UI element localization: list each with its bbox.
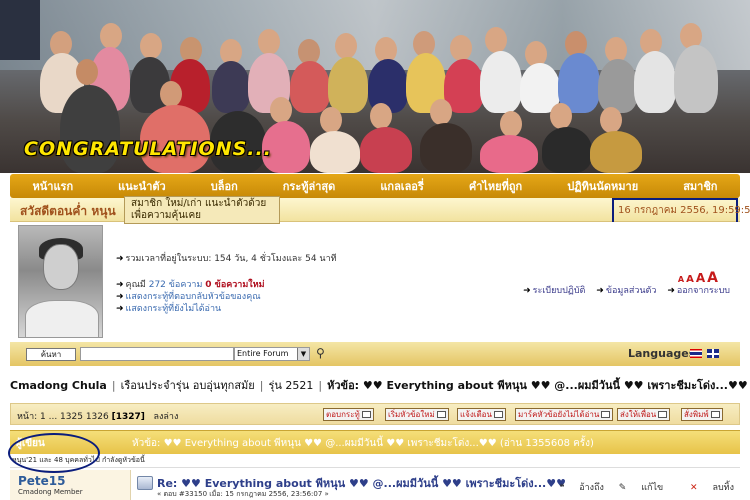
post-icon xyxy=(137,476,153,490)
uk-flag-icon[interactable] xyxy=(707,349,719,358)
main-nav: หน้าแรก แนะนำตัว บล็อก กระทู้ล่าสุด แกลเ… xyxy=(10,174,740,198)
post-author-panel: Pete15 Cmadong Member xyxy=(10,470,128,500)
post-row: Pete15 Cmadong Member Re: ♥♥ Everything … xyxy=(10,470,740,500)
edit-button[interactable]: ✎ แก้ไข xyxy=(619,483,663,493)
quote-button[interactable]: ❝ อ้างถึง xyxy=(560,483,604,493)
chevron-down-icon[interactable]: ▼ xyxy=(297,348,309,360)
logout-link[interactable]: ➜ ออกจากระบบ xyxy=(667,286,730,296)
languages-label: Languages xyxy=(628,347,696,360)
go-bottom-link[interactable]: ลงล่าง xyxy=(153,412,178,422)
nav-latest-topics[interactable]: กระทู้ล่าสุด xyxy=(283,177,336,195)
dropdown-line-1[interactable]: สมาชิก ใหม่/เก่า แนะนำตัวด้วย xyxy=(131,198,273,210)
nav-calendar[interactable]: ปฏิทินนัดหมาย xyxy=(567,177,638,195)
rules-link[interactable]: ➜ ระเบียบปฏิบัติ xyxy=(523,286,585,296)
arrow-icon: ➜ xyxy=(116,254,124,264)
crumb-forum[interactable]: Cmadong Chula xyxy=(10,379,107,392)
post-meta: « ตอบ #33150 เมื่อ: 15 กรกฎาคม 2556, 23:… xyxy=(157,490,329,498)
user-info-panel: ➜ รวมเวลาที่อยู่ในระบบ: 154 วัน, 4 ชั่วโม… xyxy=(10,222,740,340)
nav-blog[interactable]: บล็อก xyxy=(211,177,238,195)
forum-page: CONGRATULATIONS... หน้าแรก แนะนำตัว บล็อ… xyxy=(0,0,750,500)
nav-introduce[interactable]: แนะนำตัว xyxy=(118,177,166,195)
search-input[interactable] xyxy=(80,347,234,361)
post-author-name[interactable]: Pete15 xyxy=(18,474,66,488)
greeting-text: สวัสดีตอนค่ำ หนุน xyxy=(20,204,116,218)
nav-home[interactable]: หน้าแรก xyxy=(33,177,74,195)
header-banner-photo: CONGRATULATIONS... xyxy=(0,0,750,173)
avatar[interactable] xyxy=(18,225,103,338)
current-page: [1327] xyxy=(111,412,145,422)
pagination: หน้า: 1 ... 1325 1326 [1327] ลงล่าง xyxy=(17,412,179,422)
unread-row: ➜ แสดงกระทู้ที่ยังไม่ได้อ่าน xyxy=(116,301,221,315)
search-icon[interactable]: ⚲ xyxy=(316,346,330,360)
delete-button[interactable]: ✕ ลบทิ้ง xyxy=(678,483,734,493)
welcome-bar: สวัสดีตอนค่ำ หนุน 16 กรกฎาคม 2556, 19:59… xyxy=(10,198,750,228)
topic-title-header: หัวข้อ: ♥♥ Everything about พีหนุน ♥♥ @.… xyxy=(132,438,594,449)
dropdown-line-2[interactable]: เพื่อความคุ้นเคย xyxy=(131,210,273,222)
delete-icon: ✕ xyxy=(690,483,698,493)
nav-members[interactable]: สมาชิก xyxy=(683,177,717,195)
send-friend-button[interactable]: ส่งให้เพื่อน xyxy=(617,408,671,421)
post-actions: ❝ อ้างถึง ✎ แก้ไข ✕ ลบทิ้ง xyxy=(548,480,735,494)
nav-gallery[interactable]: แกลเลอรี่ xyxy=(380,177,424,195)
nav-correct-words[interactable]: คำไหยที่ถูก xyxy=(469,177,522,195)
reply-button[interactable]: ตอบกระทู้ xyxy=(323,408,374,421)
highlight-circle xyxy=(8,433,100,473)
post-author-rank: Cmadong Member xyxy=(18,488,83,496)
search-scope-select[interactable]: Entire Forum ▼ xyxy=(234,347,310,361)
notify-button[interactable]: แจ้งเตือน xyxy=(457,408,506,421)
mark-unread-button[interactable]: มาร์คหัวข้อยังไม่ได้อ่าน xyxy=(515,408,614,421)
introduce-dropdown[interactable]: สมาชิก ใหม่/เก่า แนะนำตัวด้วย เพื่อความค… xyxy=(124,196,280,224)
crumb-topic: หัวข้อ: ♥♥ Everything about พีหนุน ♥♥ @.… xyxy=(327,379,748,392)
print-button[interactable]: สั่งพิมพ์ xyxy=(681,408,723,421)
breadcrumb: Cmadong Chula | เรือนประจำรุ่น อบอุ่นทุกสม… xyxy=(10,379,748,392)
thai-flag-icon[interactable] xyxy=(690,349,702,358)
post-body: Re: ♥♥ Everything about พีหนุน ♥♥ @...ผม… xyxy=(130,470,740,500)
account-links: ➜ ระเบียบปฏิบัติ ➜ ข้อมูลส่วนตัว ➜ ออกจากระ… xyxy=(515,283,730,297)
congratulations-text: CONGRATULATIONS... xyxy=(24,138,272,160)
new-topic-button[interactable]: เริ่มหัวข้อใหม่ xyxy=(385,408,449,421)
viewing-users: หนุน'21 และ 48 บุคคลทั่วไป กำลังดูหัวข้อ… xyxy=(10,454,740,468)
arrow-icon: ➜ xyxy=(116,304,124,314)
topic-header: ผู้เขียน หัวข้อ: ♥♥ Everything about พีห… xyxy=(10,430,740,454)
profile-link[interactable]: ➜ ข้อมูลส่วนตัว xyxy=(596,286,656,296)
search-button[interactable]: ค้นหา xyxy=(26,348,76,361)
search-bar: ค้นหา Entire Forum ▼ ⚲ Languages xyxy=(10,342,740,366)
crumb-board[interactable]: เรือนประจำรุ่น อบอุ่นทุกสมัย xyxy=(121,379,255,392)
online-time: ➜ รวมเวลาที่อยู่ในระบบ: 154 วัน, 4 ชั่วโม… xyxy=(116,254,337,264)
crumb-class[interactable]: รุ่น 2521 xyxy=(268,379,313,392)
pagination-row: หน้า: 1 ... 1325 1326 [1327] ลงล่าง ตอบก… xyxy=(10,403,740,425)
unread-link[interactable]: แสดงกระทู้ที่ยังไม่ได้อ่าน xyxy=(126,304,222,314)
